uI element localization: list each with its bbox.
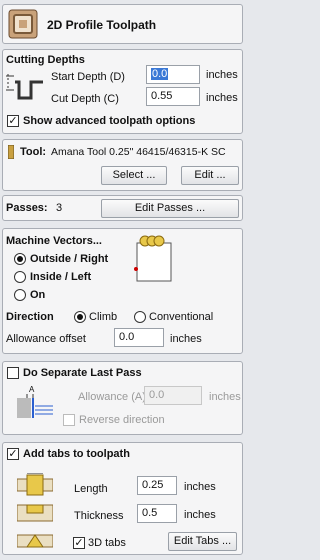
cutting-depths-title: Cutting Depths (6, 54, 85, 66)
reverse-direction-label: Reverse direction (79, 414, 165, 426)
start-depth-unit: inches (206, 69, 238, 81)
header-panel: 2D Profile Toolpath (2, 4, 243, 44)
passes-value: 3 (56, 202, 63, 214)
start-depth-value: 0.0 (151, 68, 169, 80)
last-pass-allowance-label: Allowance (A) (78, 391, 146, 403)
last-pass-allowance-input[interactable]: 0.0 (144, 386, 202, 405)
cut-depth-unit: inches (206, 92, 238, 104)
climb-radio[interactable] (74, 311, 86, 323)
outside-right-radio[interactable] (14, 253, 26, 265)
tool-label: Tool: (20, 146, 47, 158)
climb-label: Climb (89, 311, 118, 323)
passes-panel: Passes: 3 Edit Passes ... (2, 195, 243, 221)
inside-left-radio[interactable] (14, 271, 26, 283)
conventional-label: Conventional (149, 311, 214, 323)
last-pass-allowance-unit: inches (209, 391, 241, 403)
tab-thickness-label: Thickness (74, 510, 124, 522)
allowance-offset-label: Allowance offset (6, 333, 86, 345)
direction-label: Direction (6, 311, 54, 323)
allowance-offset-unit: inches (170, 333, 202, 345)
tab-length-icon (16, 472, 54, 500)
edit-passes-button[interactable]: Edit Passes ... (101, 199, 239, 218)
cut-depth-input[interactable]: 0.55 (146, 87, 200, 106)
tool-panel: Tool: Amana Tool 0.25" 46415/46315-K SC … (2, 139, 243, 191)
tabs-3d-checkbox[interactable]: ✓ (73, 537, 85, 549)
inside-left-label: Inside / Left (30, 271, 92, 283)
tool-icon (7, 144, 15, 162)
tool-edit-button[interactable]: Edit ... (181, 166, 239, 185)
cut-depth-label: Cut Depth (C) (51, 93, 119, 105)
tab-thickness-unit: inches (184, 509, 216, 521)
tabs-3d-label: 3D tabs (88, 537, 126, 549)
machine-vectors-title: Machine Vectors... (6, 235, 102, 247)
show-advanced-checkbox[interactable]: ✓ (7, 115, 19, 127)
last-pass-diagram-letter: A (29, 385, 35, 394)
outside-right-label: Outside / Right (30, 253, 109, 265)
on-radio[interactable] (14, 289, 26, 301)
tab-length-input[interactable]: 0.25 (137, 476, 177, 495)
passes-label: Passes: (6, 202, 48, 214)
add-tabs-label: Add tabs to toolpath (23, 448, 130, 460)
show-advanced-label: Show advanced toolpath options (23, 115, 196, 127)
machine-vectors-panel: Machine Vectors... Outside / Right Insid… (2, 228, 243, 354)
on-label: On (30, 289, 46, 301)
tab-3d-icon (16, 531, 54, 554)
allowance-offset-input[interactable]: 0.0 (114, 328, 164, 347)
conventional-radio[interactable] (134, 311, 146, 323)
separate-last-pass-label: Do Separate Last Pass (23, 367, 142, 379)
tab-thickness-input[interactable]: 0.5 (137, 504, 177, 523)
edit-tabs-button[interactable]: Edit Tabs ... (168, 532, 237, 551)
tab-length-unit: inches (184, 481, 216, 493)
separate-last-pass-checkbox[interactable] (7, 367, 19, 379)
tool-name: Amana Tool 0.25" 46415/46315-K SC (51, 146, 226, 158)
page-title: 2D Profile Toolpath (47, 18, 157, 32)
tool-select-button[interactable]: Select ... (101, 166, 167, 185)
tab-length-label: Length (74, 483, 108, 495)
outside-profile-diagram-icon (131, 233, 187, 292)
cutting-depths-panel: Cutting Depths Start Depth (D) 0.0 inche… (2, 49, 243, 134)
profile-toolpath-icon (8, 9, 38, 42)
add-tabs-checkbox[interactable]: ✓ (7, 448, 19, 460)
start-depth-input[interactable]: 0.0 (146, 65, 200, 84)
depth-diagram-icon (5, 68, 45, 109)
tabs-panel: ✓ Add tabs to toolpath Length 0.25 inche… (2, 442, 243, 555)
reverse-direction-checkbox[interactable] (63, 414, 75, 426)
start-depth-label: Start Depth (D) (51, 71, 125, 83)
last-pass-diagram-icon: A (17, 384, 55, 427)
tab-thickness-icon (16, 503, 54, 528)
separate-last-pass-panel: Do Separate Last Pass A Allowance (A) 0.… (2, 361, 243, 435)
